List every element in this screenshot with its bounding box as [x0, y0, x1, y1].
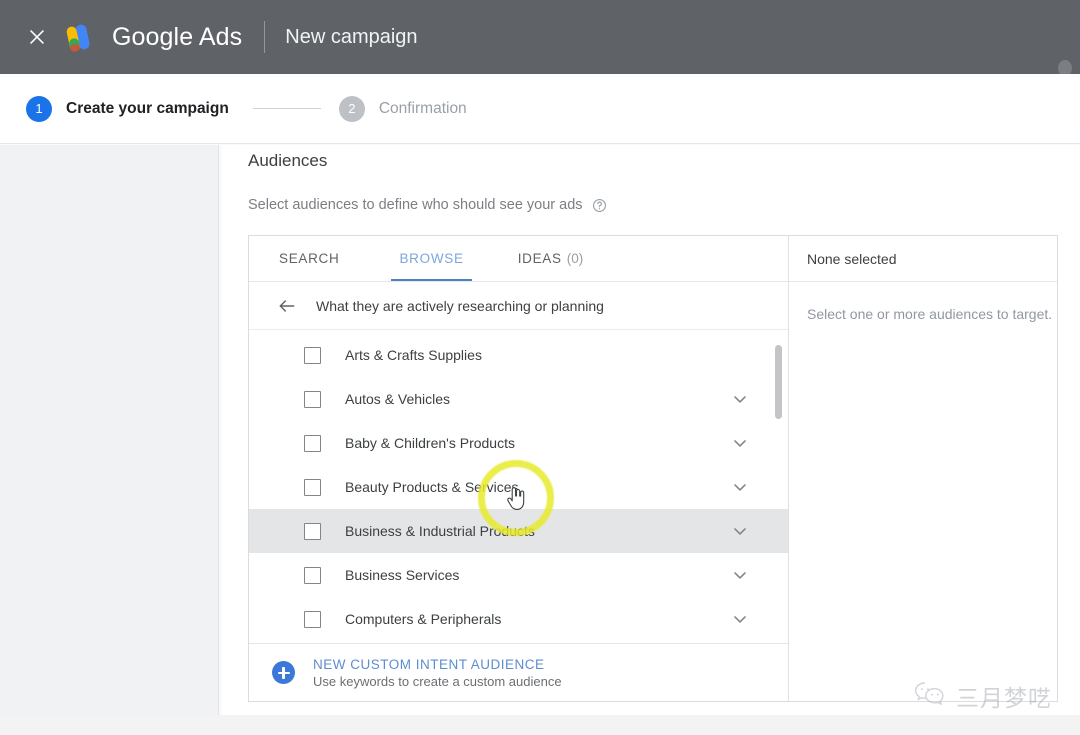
cta-title: NEW CUSTOM INTENT AUDIENCE [313, 657, 562, 672]
app-root: Google Ads New campaign 1 Create your ca… [0, 0, 1080, 735]
audience-checkbox[interactable] [304, 435, 321, 452]
cta-subtitle: Use keywords to create a custom audience [313, 674, 562, 689]
plus-circle-icon [272, 661, 295, 684]
tab-ideas-label: IDEAS [518, 251, 562, 266]
selection-count-label: None selected [807, 251, 897, 267]
audience-checkbox[interactable] [304, 347, 321, 364]
selection-empty-text: Select one or more audiences to target. [807, 306, 1057, 322]
audience-browser: SEARCH BROWSE IDEAS (0) [249, 236, 789, 701]
tab-browse-label: BROWSE [399, 251, 463, 266]
step-create-campaign[interactable]: 1 Create your campaign [26, 96, 229, 122]
chevron-down-icon[interactable] [730, 609, 750, 629]
breadcrumb: What they are actively researching or pl… [249, 282, 788, 330]
step-1-number: 1 [26, 96, 52, 122]
left-sidebar-rail [0, 145, 219, 715]
audience-row-label: Autos & Vehicles [345, 391, 450, 407]
step-2-number: 2 [339, 96, 365, 122]
section-description-text: Select audiences to define who should se… [248, 197, 583, 213]
step-confirmation[interactable]: 2 Confirmation [339, 96, 467, 122]
audience-row[interactable]: Business Services [249, 553, 788, 597]
audience-row[interactable]: Arts & Crafts Supplies [249, 333, 788, 377]
new-custom-intent-audience-button[interactable]: NEW CUSTOM INTENT AUDIENCE Use keywords … [249, 643, 788, 701]
close-button[interactable] [14, 26, 60, 48]
audience-row[interactable]: Business & Industrial Products [249, 509, 788, 553]
cta-text-block: NEW CUSTOM INTENT AUDIENCE Use keywords … [313, 657, 562, 689]
audience-checkbox[interactable] [304, 479, 321, 496]
audience-row[interactable]: Beauty Products & Services [249, 465, 788, 509]
audience-row[interactable]: Computers & Peripherals [249, 597, 788, 641]
tab-browse[interactable]: BROWSE [397, 236, 465, 281]
page-bottom-strip [0, 715, 1080, 735]
page-title: Audiences [248, 151, 327, 171]
audience-picker: SEARCH BROWSE IDEAS (0) [248, 235, 1058, 702]
selection-panel: None selected Select one or more audienc… [789, 236, 1057, 701]
chevron-down-icon[interactable] [730, 433, 750, 453]
audience-row[interactable]: Autos & Vehicles [249, 377, 788, 421]
arrow-back-icon[interactable] [276, 295, 298, 317]
audience-row[interactable]: Baby & Children's Products [249, 421, 788, 465]
audience-row-label: Beauty Products & Services [345, 479, 519, 495]
picker-tabs: SEARCH BROWSE IDEAS (0) [249, 236, 788, 282]
audience-checkbox[interactable] [304, 391, 321, 408]
chevron-down-icon[interactable] [730, 521, 750, 541]
tab-ideas[interactable]: IDEAS (0) [516, 236, 586, 281]
audience-row-label: Baby & Children's Products [345, 435, 515, 451]
google-ads-logo-icon [62, 21, 98, 53]
audience-list[interactable]: Arts & Crafts Supplies Autos & Vehicles Ba… [249, 331, 788, 641]
breadcrumb-label: What they are actively researching or pl… [316, 298, 604, 314]
section-description: Select audiences to define who should se… [248, 197, 607, 213]
help-circle-icon[interactable] [592, 198, 607, 213]
brand-title: Google Ads [112, 23, 242, 52]
chevron-down-icon[interactable] [730, 477, 750, 497]
audience-row-label: Arts & Crafts Supplies [345, 347, 482, 363]
step-1-label: Create your campaign [66, 100, 229, 118]
selection-header: None selected [789, 236, 1057, 282]
audience-row-label: Business Services [345, 567, 459, 583]
appbar-subtitle: New campaign [285, 26, 417, 49]
audience-checkbox[interactable] [304, 611, 321, 628]
tab-search-label: SEARCH [279, 251, 339, 266]
audience-checkbox[interactable] [304, 523, 321, 540]
app-bar: Google Ads New campaign [0, 0, 1080, 74]
step-2-label: Confirmation [379, 100, 467, 118]
chevron-down-icon[interactable] [730, 389, 750, 409]
tab-ideas-count: (0) [567, 251, 584, 266]
main-content: Audiences Select audiences to define who… [222, 145, 1080, 715]
tab-search[interactable]: SEARCH [277, 236, 341, 281]
stepper-connector [253, 108, 321, 109]
audience-row-label: Business & Industrial Products [345, 523, 535, 539]
audience-checkbox[interactable] [304, 567, 321, 584]
list-scrollbar-track[interactable] [775, 333, 782, 639]
appbar-divider [264, 21, 265, 53]
close-icon [26, 26, 48, 48]
list-scrollbar-thumb[interactable] [775, 345, 782, 419]
stepper: 1 Create your campaign 2 Confirmation [0, 74, 1080, 144]
chevron-down-icon[interactable] [730, 565, 750, 585]
audience-row-label: Computers & Peripherals [345, 611, 501, 627]
